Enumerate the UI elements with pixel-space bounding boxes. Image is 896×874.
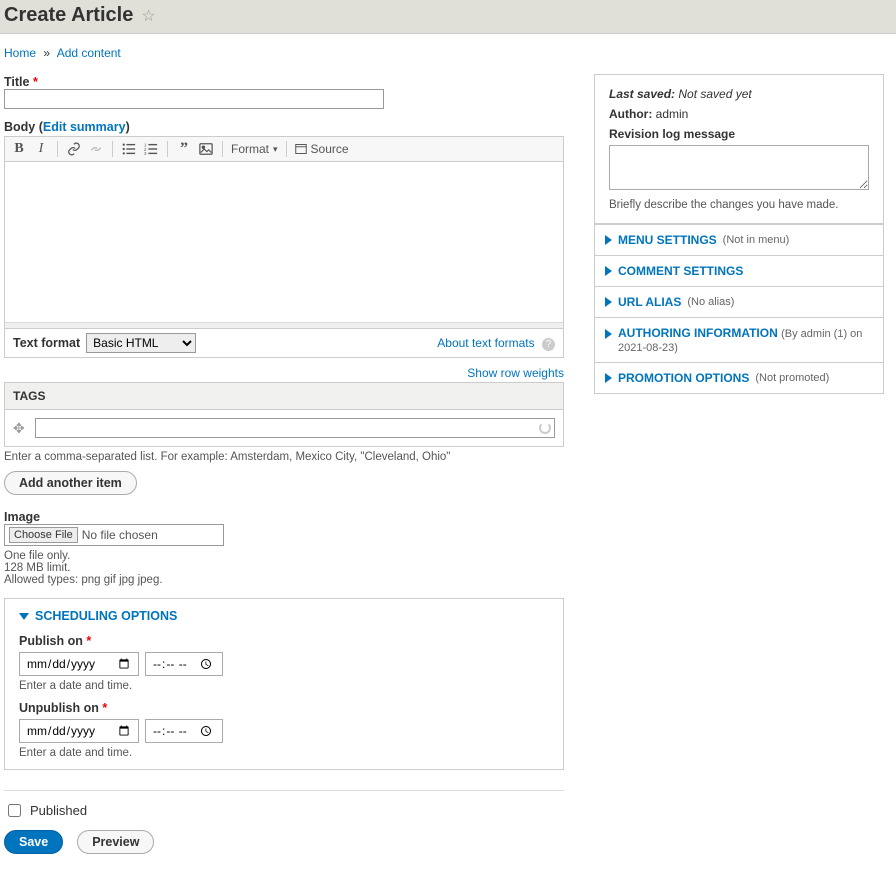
text-format-label: Text format [13, 336, 80, 350]
revision-log-textarea[interactable] [609, 145, 869, 190]
preview-button[interactable]: Preview [77, 830, 154, 854]
show-row-weights-link[interactable]: Show row weights [467, 366, 564, 380]
tags-heading: TAGS [5, 383, 563, 410]
arrow-down-icon [19, 613, 29, 620]
breadcrumb-sep: » [43, 46, 50, 60]
last-saved-value: Not saved yet [678, 87, 751, 101]
publish-on-date[interactable] [19, 652, 139, 676]
tags-input[interactable] [35, 418, 555, 438]
published-label: Published [30, 803, 87, 818]
unpublish-on-time[interactable] [145, 719, 223, 743]
unpublish-help: Enter a date and time. [19, 747, 549, 759]
title-label: Title * [4, 75, 38, 89]
arrow-right-icon [605, 235, 612, 245]
italic-icon[interactable]: I [33, 141, 49, 157]
bulleted-list-icon[interactable] [121, 141, 137, 157]
ckeditor-toolbar: B I [5, 137, 563, 162]
arrow-right-icon [605, 329, 612, 339]
image-file-input[interactable]: Choose File No file chosen [4, 524, 224, 546]
breadcrumb-add-content[interactable]: Add content [57, 46, 121, 60]
file-help-1: One file only. [4, 550, 564, 562]
text-format-select[interactable]: Basic HTML [86, 333, 196, 353]
edit-summary-link[interactable]: Edit summary [43, 120, 126, 134]
ckeditor: B I [4, 136, 564, 329]
breadcrumb: Home » Add content [4, 46, 892, 60]
file-help-2: 128 MB limit. [4, 562, 564, 574]
source-label: Source [311, 142, 349, 156]
format-dropdown[interactable]: Format ▾ [231, 142, 278, 156]
publish-help: Enter a date and time. [19, 680, 549, 692]
unpublish-on-date[interactable] [19, 719, 139, 743]
svg-text:3: 3 [144, 151, 147, 156]
format-label: Format [231, 142, 269, 156]
numbered-list-icon[interactable]: 123 [143, 141, 159, 157]
add-another-item-button[interactable]: Add another item [4, 471, 137, 495]
arrow-right-icon [605, 297, 612, 307]
source-button[interactable]: Source [295, 142, 349, 156]
image-icon[interactable] [198, 141, 214, 157]
help-icon[interactable]: ? [542, 338, 555, 351]
body-label: Body (Edit summary) [4, 120, 130, 134]
bold-icon[interactable]: B [11, 141, 27, 157]
save-button[interactable]: Save [4, 830, 63, 854]
shortcut-star-icon[interactable]: ☆ [141, 6, 155, 26]
publish-on-label: Publish on * [19, 634, 91, 648]
publish-on-time[interactable] [145, 652, 223, 676]
authoring-information-toggle[interactable]: AUTHORING INFORMATION (By admin (1) on 2… [595, 317, 883, 362]
autocomplete-throbber-icon [539, 422, 551, 434]
scheduling-details: SCHEDULING OPTIONS Publish on * Enter a … [4, 598, 564, 770]
unpublish-on-label: Unpublish on * [19, 701, 107, 715]
title-input[interactable] [4, 89, 384, 109]
blockquote-icon[interactable]: ” [176, 141, 192, 157]
arrow-right-icon [605, 266, 612, 276]
scheduling-toggle[interactable]: SCHEDULING OPTIONS [19, 609, 549, 623]
drag-handle-icon[interactable]: ✥ [13, 420, 25, 437]
file-status: No file chosen [82, 528, 158, 542]
editor-resize-handle[interactable] [5, 322, 563, 328]
author-label: Author: [609, 107, 652, 121]
choose-file-button[interactable]: Choose File [9, 527, 78, 543]
page-title: Create Article [4, 4, 133, 27]
image-label: Image [4, 510, 40, 524]
url-alias-toggle[interactable]: URL ALIAS (No alias) [595, 286, 883, 317]
tags-help: Enter a comma-separated list. For exampl… [4, 451, 564, 463]
about-text-formats-link[interactable]: About text formats [437, 336, 534, 350]
editor-body[interactable] [5, 162, 563, 322]
menu-settings-toggle[interactable]: MENU SETTINGS (Not in menu) [595, 224, 883, 255]
link-icon[interactable] [66, 141, 82, 157]
breadcrumb-home[interactable]: Home [4, 46, 36, 60]
comment-settings-toggle[interactable]: COMMENT SETTINGS [595, 255, 883, 286]
unlink-icon[interactable] [88, 141, 104, 157]
chevron-down-icon: ▾ [273, 144, 278, 155]
revision-help: Briefly describe the changes you have ma… [609, 199, 869, 211]
promotion-options-toggle[interactable]: PROMOTION OPTIONS (Not promoted) [595, 362, 883, 393]
author-value: admin [656, 107, 689, 121]
last-saved-label: Last saved: [609, 87, 675, 101]
published-checkbox[interactable] [8, 804, 21, 817]
file-help-3: Allowed types: png gif jpg jpeg. [4, 574, 564, 586]
revision-label: Revision log message [609, 127, 735, 141]
arrow-right-icon [605, 373, 612, 383]
